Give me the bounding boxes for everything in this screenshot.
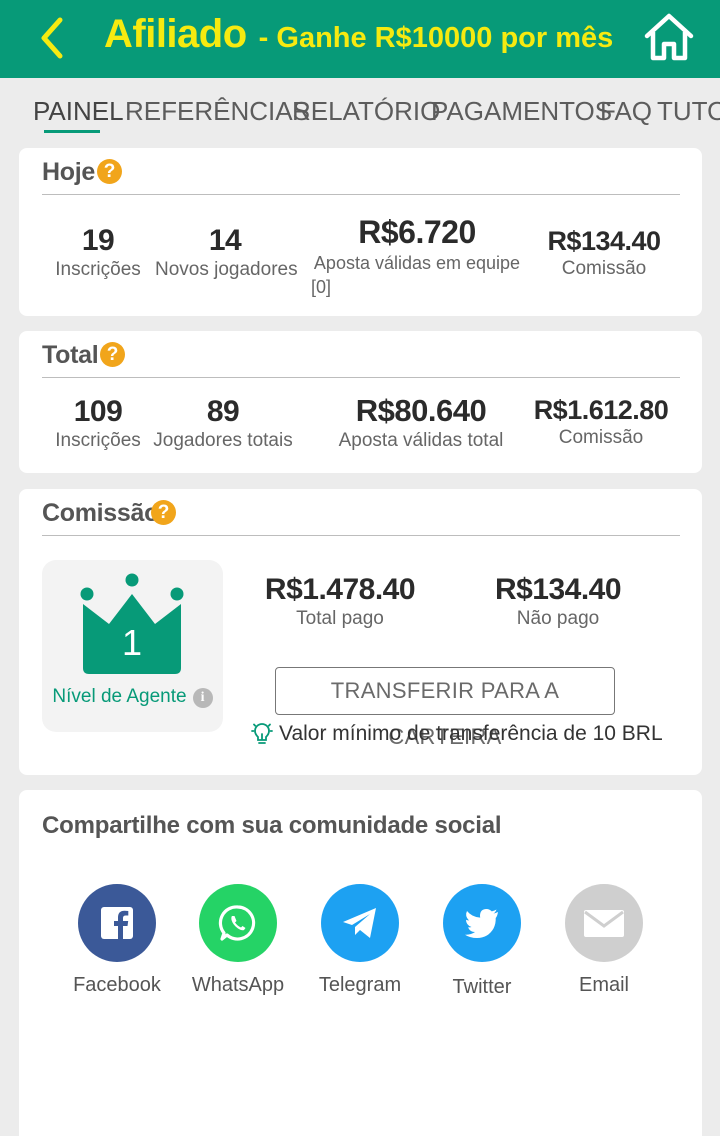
facebook-icon <box>101 907 133 939</box>
total-bets-label: Aposta válidas total <box>338 430 504 451</box>
commission-paid-label: Total pago <box>296 608 384 629</box>
total-stat-players: 89 Jogadores totais <box>153 395 293 453</box>
today-stat-signups: 19 Inscrições <box>52 224 144 282</box>
tab-referencias[interactable]: REFERÊNCIAS <box>125 96 310 127</box>
commission-unpaid-value: R$134.40 <box>494 573 622 606</box>
today-commission-label: Comissão <box>561 258 647 279</box>
total-divider <box>42 377 680 378</box>
total-title: Total <box>42 341 99 369</box>
today-new-players-label: Novos jogadores <box>155 259 298 280</box>
today-signups-value: 19 <box>81 224 115 257</box>
total-players-value: 89 <box>206 395 240 428</box>
today-team-bets-label: Aposta válidas em equipe <box>313 253 521 273</box>
whatsapp-icon <box>218 905 256 941</box>
page-title: Afiliado - Ganhe R$10000 por mês <box>104 12 613 66</box>
today-commission-value: R$134.40 <box>547 226 661 256</box>
total-signups-label: Inscrições <box>55 430 141 451</box>
tab-faq[interactable]: FAQ <box>600 96 652 127</box>
today-divider <box>42 194 680 195</box>
agent-level-box[interactable]: 1 Nível de Agente i <box>42 560 223 732</box>
tab-pagamentos[interactable]: PAGAMENTOS <box>431 96 612 127</box>
today-stat-commission: R$134.40 Comissão <box>533 226 675 281</box>
tab-tutorial[interactable]: TUTO <box>657 96 720 127</box>
telegram-icon <box>343 908 376 938</box>
agent-level-label: Nível de Agente <box>52 686 187 707</box>
today-signups-label: Inscrições <box>55 259 141 280</box>
today-team-bets-count: [0] <box>311 277 332 297</box>
minimum-transfer-note: Valor mínimo de transferência de 10 BRL <box>251 722 663 746</box>
home-icon <box>644 13 694 61</box>
total-card: Total ? 109 Inscrições 89 Jogadores tota… <box>19 331 702 473</box>
commission-unpaid-label: Não pago <box>516 608 600 629</box>
share-email-button[interactable]: Email <box>554 884 654 997</box>
facebook-label: Facebook <box>73 974 161 996</box>
today-new-players-value: 14 <box>208 224 242 257</box>
twitter-icon-circle <box>443 884 521 962</box>
today-stat-team-bets: R$6.720 Aposta válidas em equipe [0] <box>311 214 523 299</box>
active-tab-indicator <box>44 130 100 133</box>
minimum-transfer-text: Valor mínimo de transferência de 10 BRL <box>279 722 663 745</box>
email-icon-circle <box>565 884 643 962</box>
total-stat-bets: R$80.640 Aposta válidas total <box>331 393 511 453</box>
commission-unpaid: R$134.40 Não pago <box>474 573 642 631</box>
telegram-icon-circle <box>321 884 399 962</box>
tab-relatorio[interactable]: RELATÓRIO <box>292 96 440 127</box>
whatsapp-icon-circle <box>199 884 277 962</box>
commission-card: Comissão ? 1 Nível de Agente i R$1.478.40… <box>19 489 702 775</box>
twitter-icon <box>465 909 498 938</box>
page-title-subtitle: - Ganhe R$10000 por mês <box>258 22 614 54</box>
today-stat-new-players: 14 Novos jogadores <box>155 224 298 282</box>
commission-paid-value: R$1.478.40 <box>264 573 416 606</box>
commission-title: Comissão <box>42 499 160 527</box>
share-telegram-button[interactable]: Telegram <box>310 884 410 997</box>
today-team-bets-value: R$6.720 <box>358 214 476 250</box>
lightbulb-icon <box>251 723 273 744</box>
today-help-icon[interactable]: ? <box>97 159 122 184</box>
chevron-left-icon <box>41 17 63 59</box>
total-stat-signups: 109 Inscrições <box>52 395 144 453</box>
total-players-label: Jogadores totais <box>153 430 293 451</box>
facebook-icon-circle <box>78 884 156 962</box>
share-card: Compartilhe com sua comunidade social Fa… <box>19 790 702 1136</box>
transfer-to-wallet-button[interactable]: TRANSFERIR PARA A CARTEIRA <box>275 667 615 749</box>
share-title: Compartilhe com sua comunidade social <box>42 812 502 839</box>
page-title-main: Afiliado <box>104 12 247 56</box>
tab-painel[interactable]: PAINEL <box>33 96 124 127</box>
telegram-label: Telegram <box>318 974 402 996</box>
total-bets-value: R$80.640 <box>355 393 487 428</box>
tab-bar: PAINEL REFERÊNCIAS RELATÓRIO PAGAMENTOS … <box>0 78 720 138</box>
total-stat-commission: R$1.612.80 Comissão <box>521 395 681 450</box>
home-button[interactable] <box>643 12 695 62</box>
email-label: Email <box>578 974 629 996</box>
email-icon <box>584 910 624 937</box>
today-title: Hoje <box>42 158 95 186</box>
total-commission-label: Comissão <box>558 427 644 448</box>
share-twitter-button[interactable]: Twitter <box>432 884 532 999</box>
share-whatsapp-button[interactable]: WhatsApp <box>188 884 288 997</box>
back-button[interactable] <box>34 14 74 62</box>
share-facebook-button[interactable]: Facebook <box>67 884 167 997</box>
today-card: Hoje ? 19 Inscrições 14 Novos jogadores … <box>19 148 702 316</box>
agent-level-label-row: Nível de Agente i <box>42 686 223 708</box>
header-bar: Afiliado - Ganhe R$10000 por mês <box>0 0 720 78</box>
info-icon[interactable]: i <box>192 688 213 708</box>
commission-help-icon[interactable]: ? <box>151 500 176 525</box>
total-help-icon[interactable]: ? <box>100 342 125 367</box>
whatsapp-label: WhatsApp <box>191 974 285 996</box>
commission-paid: R$1.478.40 Total pago <box>250 573 430 631</box>
commission-divider <box>42 535 680 536</box>
total-signups-value: 109 <box>73 395 123 428</box>
agent-level-number: 1 <box>121 622 143 663</box>
twitter-label: Twitter <box>452 976 512 998</box>
total-commission-value: R$1.612.80 <box>533 395 669 425</box>
